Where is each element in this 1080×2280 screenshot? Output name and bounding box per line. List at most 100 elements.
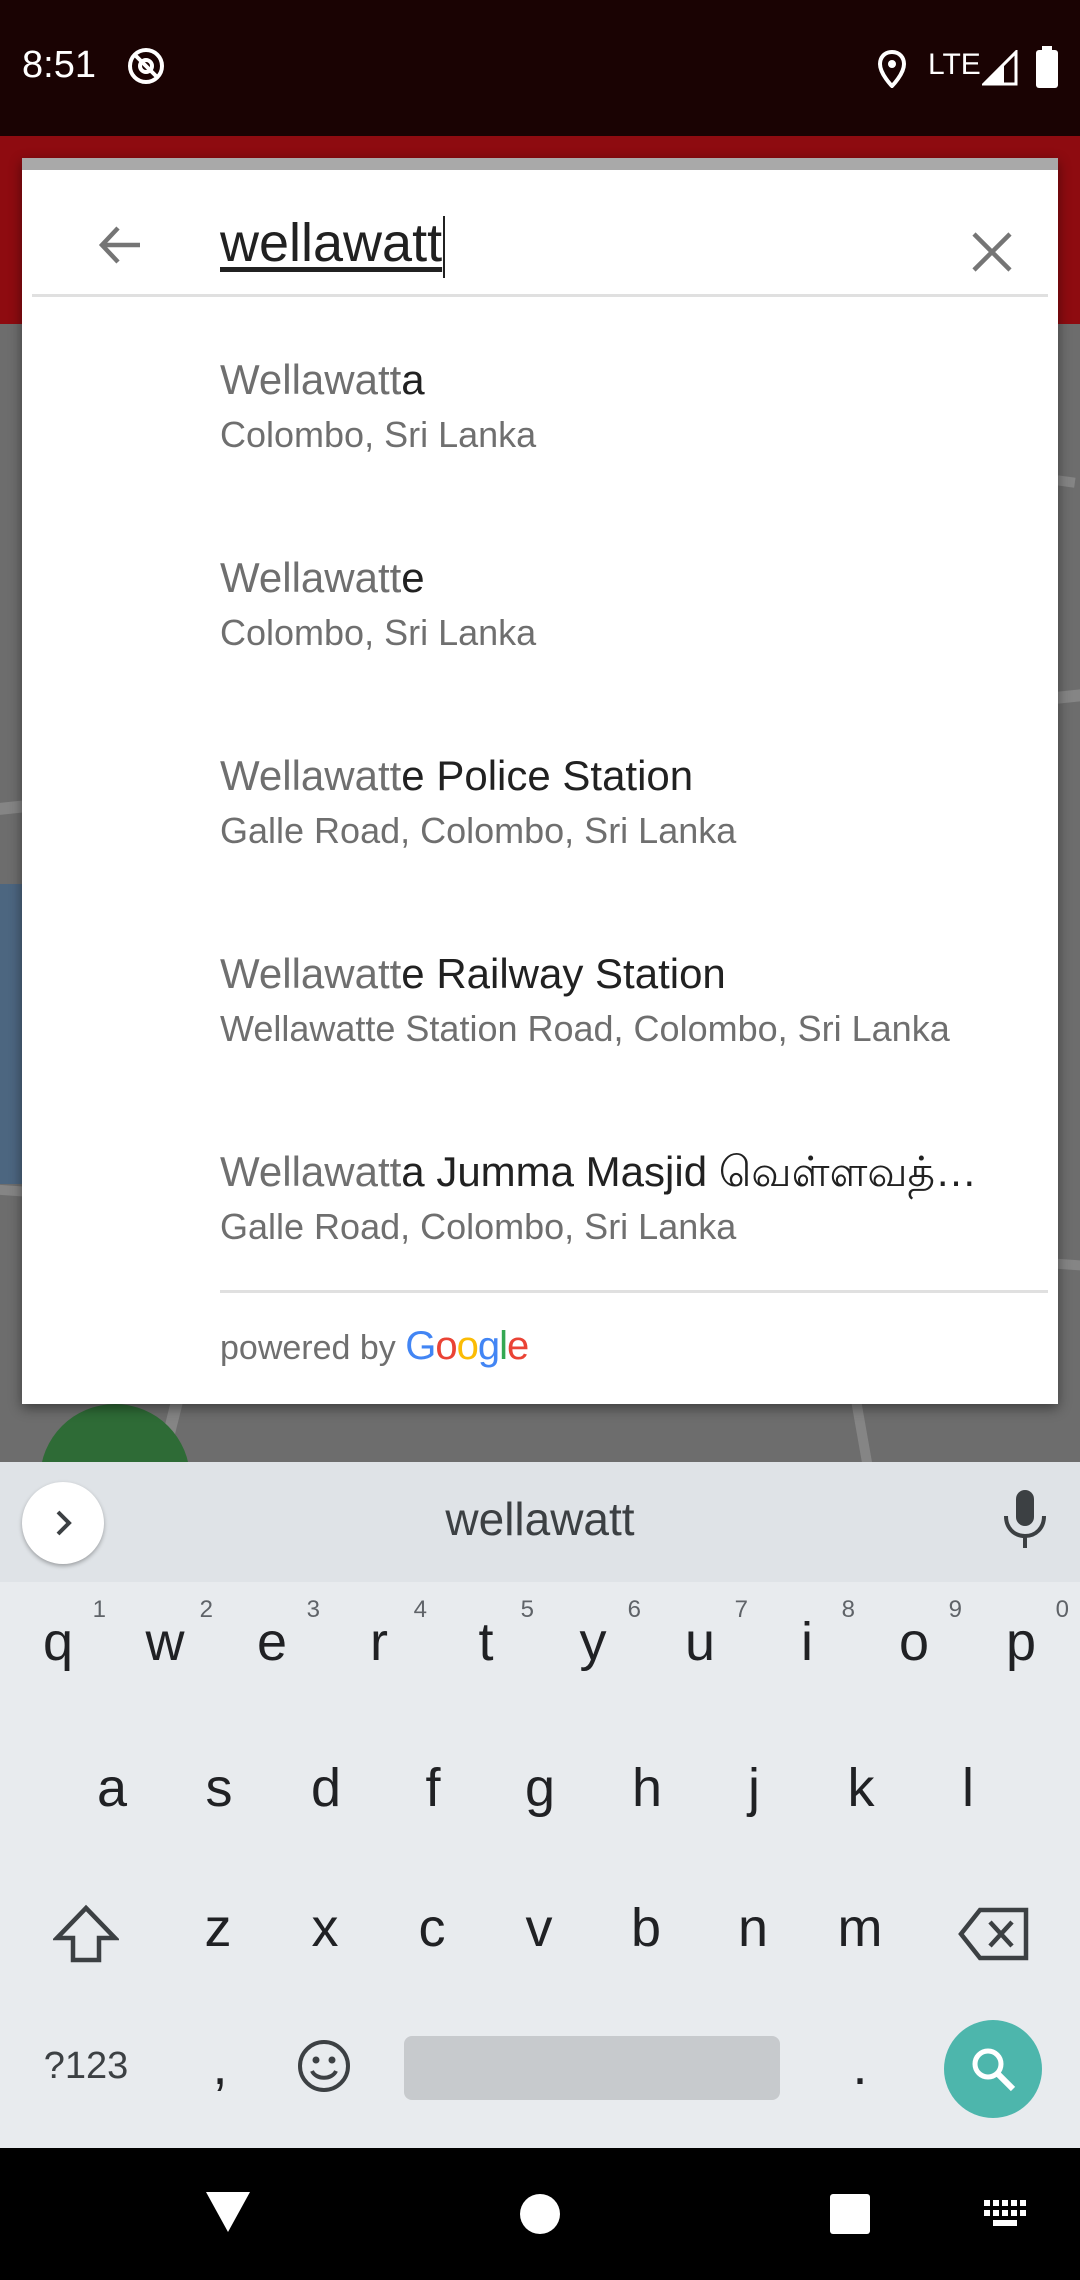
key-label: u bbox=[684, 1612, 716, 1672]
result-rest-text: a bbox=[401, 356, 425, 403]
key-number-hint: 0 bbox=[1055, 1596, 1069, 1623]
attribution-divider bbox=[220, 1290, 1048, 1293]
result-rest-text: e Police Station bbox=[401, 752, 694, 799]
symbols-key[interactable]: ?123 bbox=[36, 2006, 136, 2126]
text-cursor bbox=[443, 215, 446, 278]
nav-home-icon[interactable] bbox=[518, 2192, 562, 2236]
nav-back-icon[interactable] bbox=[204, 2190, 252, 2234]
signal-icon bbox=[982, 50, 1018, 86]
search-key[interactable] bbox=[944, 2020, 1042, 2118]
mic-icon[interactable] bbox=[1000, 1488, 1050, 1552]
backspace-icon bbox=[958, 1907, 1029, 1961]
key-number-hint: 7 bbox=[734, 1596, 748, 1623]
network-type: LTE bbox=[928, 48, 981, 81]
key-number-hint: 2 bbox=[199, 1596, 213, 1623]
key-j[interactable]: j bbox=[704, 1728, 804, 1848]
emoji-icon bbox=[298, 2040, 350, 2092]
result-secondary: Wellawatte Station Road, Colombo, Sri La… bbox=[220, 1008, 950, 1049]
key-number-hint: 8 bbox=[841, 1596, 855, 1623]
clear-button[interactable] bbox=[942, 202, 1042, 302]
key-c[interactable]: c bbox=[382, 1868, 482, 1988]
result-secondary: Colombo, Sri Lanka bbox=[220, 612, 537, 653]
soft-keyboard: q1w2e3r4t5y6u7i8o9p0 asdfghjkl zxcvbnm ?… bbox=[0, 1582, 1080, 2148]
search-divider bbox=[32, 294, 1048, 297]
key-h[interactable]: h bbox=[597, 1728, 697, 1848]
key-label: r bbox=[370, 1612, 388, 1672]
key-n[interactable]: n bbox=[703, 1868, 803, 1988]
result-secondary: Galle Road, Colombo, Sri Lanka bbox=[220, 810, 737, 851]
result-primary: Wellawatta bbox=[220, 356, 425, 404]
location-icon bbox=[878, 50, 906, 88]
key-label: o bbox=[898, 1612, 930, 1672]
result-primary: Wellawatte Railway Station bbox=[220, 950, 726, 998]
keyboard-suggestion-strip: wellawatt bbox=[0, 1462, 1080, 1582]
result-secondary: Galle Road, Colombo, Sri Lanka bbox=[220, 1206, 737, 1247]
result-match-text: Wellawatt bbox=[220, 1148, 402, 1195]
result-match-text: Wellawatt bbox=[220, 554, 402, 601]
suggestion-word[interactable]: wellawatt bbox=[0, 1492, 1080, 1546]
arrow-back-icon bbox=[98, 226, 140, 264]
key-number-hint: 3 bbox=[306, 1596, 320, 1623]
result-match-text: Wellawatt bbox=[220, 752, 402, 799]
result-item[interactable]: Wellawatte Railway Station Wellawatte St… bbox=[22, 910, 1058, 1108]
key-g[interactable]: g bbox=[490, 1728, 590, 1848]
key-number-hint: 1 bbox=[92, 1596, 106, 1623]
key-number-hint: 9 bbox=[948, 1596, 962, 1623]
status-time: 8:51 bbox=[22, 44, 96, 86]
key-t[interactable]: t5 bbox=[436, 1582, 536, 1702]
result-item[interactable]: Wellawatte Police Station Galle Road, Co… bbox=[22, 712, 1058, 910]
result-primary: Wellawatte Police Station bbox=[220, 752, 693, 800]
key-r[interactable]: r4 bbox=[329, 1582, 429, 1702]
key-label: y bbox=[579, 1612, 607, 1672]
key-number-hint: 6 bbox=[627, 1596, 641, 1623]
key-e[interactable]: e3 bbox=[222, 1582, 322, 1702]
key-m[interactable]: m bbox=[810, 1868, 910, 1988]
result-rest-text: a Jumma Masjid வெள்ளவத்… bbox=[401, 1148, 977, 1195]
key-x[interactable]: x bbox=[275, 1868, 375, 1988]
key-number-hint: 5 bbox=[520, 1596, 534, 1623]
key-f[interactable]: f bbox=[383, 1728, 483, 1848]
shift-key[interactable] bbox=[36, 1874, 136, 1994]
result-rest-text: e bbox=[401, 554, 425, 601]
key-b[interactable]: b bbox=[596, 1868, 696, 1988]
emoji-key[interactable] bbox=[274, 2006, 374, 2126]
key-y[interactable]: y6 bbox=[543, 1582, 643, 1702]
system-nav-bar bbox=[0, 2148, 1080, 2280]
key-i[interactable]: i8 bbox=[757, 1582, 857, 1702]
key-u[interactable]: u7 bbox=[650, 1582, 750, 1702]
shift-icon bbox=[53, 1904, 119, 1963]
key-p[interactable]: p0 bbox=[971, 1582, 1071, 1702]
key-w[interactable]: w2 bbox=[115, 1582, 215, 1702]
period-key[interactable]: . bbox=[810, 2006, 910, 2126]
result-match-text: Wellawatt bbox=[220, 950, 402, 997]
key-l[interactable]: l bbox=[918, 1728, 1018, 1848]
key-k[interactable]: k bbox=[811, 1728, 911, 1848]
search-input[interactable]: wellawatt bbox=[220, 198, 960, 288]
key-s[interactable]: s bbox=[169, 1728, 269, 1848]
nav-recents-icon[interactable] bbox=[828, 2192, 872, 2236]
key-label: w bbox=[145, 1612, 185, 1672]
back-button[interactable] bbox=[64, 190, 174, 300]
powered-by-text: powered by bbox=[220, 1329, 396, 1367]
backspace-key[interactable] bbox=[944, 1874, 1044, 1994]
key-q[interactable]: q1 bbox=[8, 1582, 108, 1702]
comma-key[interactable]: , bbox=[170, 2006, 270, 2126]
autocomplete-dialog: wellawatt Wellawatta Colombo, Sri Lanka … bbox=[22, 158, 1058, 1404]
dialog-top-strip bbox=[22, 158, 1058, 170]
close-icon bbox=[972, 232, 1012, 272]
key-label: e bbox=[256, 1612, 288, 1672]
key-a[interactable]: a bbox=[62, 1728, 162, 1848]
space-key[interactable] bbox=[404, 2036, 780, 2100]
key-v[interactable]: v bbox=[489, 1868, 589, 1988]
google-logo: Google bbox=[405, 1324, 529, 1368]
key-label: p bbox=[1005, 1612, 1037, 1672]
result-item[interactable]: Wellawatte Colombo, Sri Lanka bbox=[22, 514, 1058, 712]
key-d[interactable]: d bbox=[276, 1728, 376, 1848]
key-z[interactable]: z bbox=[168, 1868, 268, 1988]
status-bar: 8:51 LTE bbox=[0, 0, 1080, 136]
key-o[interactable]: o9 bbox=[864, 1582, 964, 1702]
result-item[interactable]: Wellawatta Jumma Masjid வெள்ளவத்… Galle … bbox=[22, 1108, 1058, 1306]
result-item[interactable]: Wellawatta Colombo, Sri Lanka bbox=[22, 316, 1058, 514]
powered-by-google: powered by Google bbox=[220, 1324, 529, 1369]
keyboard-switch-icon[interactable] bbox=[984, 2200, 1028, 2230]
